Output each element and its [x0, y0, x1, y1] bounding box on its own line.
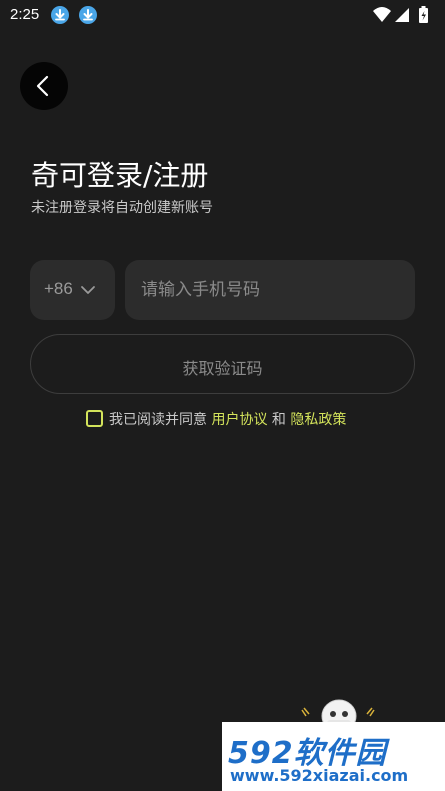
- download-icon: [51, 6, 69, 24]
- watermark-url: www.592xiazai.com: [230, 766, 409, 785]
- battery-charging-icon: [419, 6, 428, 23]
- status-time: 2:25: [10, 6, 40, 23]
- user-agreement-link[interactable]: 用户协议: [211, 412, 267, 428]
- page-subtitle: 未注册登录将自动创建新账号: [31, 200, 213, 216]
- get-verification-code-button[interactable]: 获取验证码: [30, 334, 415, 394]
- page-title: 奇可登录/注册: [31, 159, 209, 192]
- agreement-prefix: 我已阅读并同意: [109, 412, 212, 428]
- status-bar: 2:25: [0, 0, 445, 30]
- country-code-value: +86: [44, 279, 73, 298]
- watermark: 592软件园 www.592xiazai.com: [222, 722, 445, 791]
- download-icon: [79, 6, 97, 24]
- back-button[interactable]: [20, 62, 68, 110]
- agreement-checkbox[interactable]: [86, 410, 103, 427]
- chevron-down-icon: [81, 286, 95, 294]
- country-code-select[interactable]: +86: [30, 260, 115, 320]
- status-icons: [373, 5, 433, 25]
- agreement-text: 我已阅读并同意 用户协议 和 隐私政策: [109, 409, 346, 429]
- privacy-policy-link[interactable]: 隐私政策: [290, 412, 346, 428]
- wifi-icon: [373, 7, 391, 22]
- phone-number-input[interactable]: [125, 260, 415, 320]
- agreement-and: 和: [267, 412, 291, 428]
- chevron-left-icon: [36, 75, 49, 97]
- get-verification-code-label: 获取验证码: [182, 359, 263, 378]
- signal-icon: [395, 8, 409, 22]
